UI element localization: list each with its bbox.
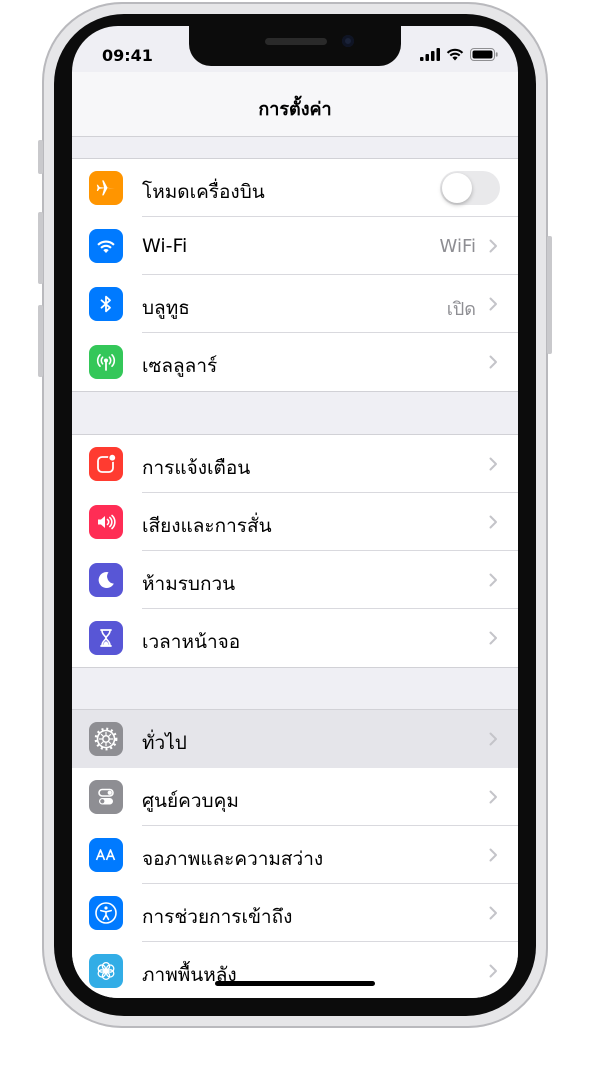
- wifi-status-icon: [446, 48, 464, 61]
- settings-row-label: บลูทูธ: [142, 297, 190, 319]
- notch: [189, 26, 401, 66]
- settings-row-bluetooth[interactable]: บลูทูธ เปิด: [72, 275, 518, 333]
- status-time: 09:41: [102, 46, 153, 65]
- navigation-bar: การตั้งค่า: [72, 72, 518, 137]
- silent-switch: [38, 140, 43, 174]
- chevron-right-icon: [489, 239, 497, 253]
- chevron-right-icon: [489, 297, 497, 311]
- toggle-knob: [442, 173, 472, 203]
- page-title: การตั้งค่า: [258, 99, 332, 120]
- chevron-right-icon: [489, 906, 497, 920]
- wifi-icon: [89, 229, 123, 263]
- front-camera: [342, 35, 354, 47]
- settings-row-control-center[interactable]: ศูนย์ควบคุม: [72, 768, 518, 826]
- settings-row-value: WiFi: [439, 236, 476, 257]
- bluetooth-icon: [89, 287, 123, 321]
- chevron-right-icon: [489, 573, 497, 587]
- chevron-right-icon: [489, 732, 497, 746]
- chevron-right-icon: [489, 848, 497, 862]
- settings-row-label: ทั่วไป: [142, 732, 187, 754]
- settings-row-label: ศูนย์ควบคุม: [142, 790, 239, 812]
- settings-row-display-brightness[interactable]: จอภาพและความสว่าง: [72, 826, 518, 884]
- settings-row-screen-time[interactable]: เวลาหน้าจอ: [72, 609, 518, 667]
- settings-group-connectivity: โหมดเครื่องบิน Wi-Fi WiFi บลูทูธ เปิด เซ…: [72, 158, 518, 392]
- settings-row-do-not-disturb[interactable]: ห้ามรบกวน: [72, 551, 518, 609]
- settings-row-value: เปิด: [446, 299, 476, 320]
- gear-icon: [89, 722, 123, 756]
- accessibility-icon: [89, 896, 123, 930]
- hourglass-icon: [89, 621, 123, 655]
- battery-icon: [470, 48, 498, 61]
- settings-row-label: การแจ้งเตือน: [142, 457, 251, 479]
- settings-group-notifications: การแจ้งเตือน เสียงและการสั่น ห้ามรบกวน เ…: [72, 434, 518, 668]
- settings-row-label: เสียงและการสั่น: [142, 515, 272, 537]
- settings-row-label: Wi-Fi: [142, 235, 188, 257]
- settings-row-cellular[interactable]: เซลลูลาร์: [72, 333, 518, 391]
- settings-row-label: เซลลูลาร์: [142, 355, 218, 377]
- settings-row-notifications[interactable]: การแจ้งเตือน: [72, 435, 518, 493]
- wallpaper-icon: [89, 954, 123, 988]
- chevron-right-icon: [489, 457, 497, 471]
- chevron-right-icon: [489, 790, 497, 804]
- display-brightness-icon: [89, 838, 123, 872]
- status-icons: [420, 48, 498, 61]
- settings-row-label: ห้ามรบกวน: [142, 573, 236, 595]
- chevron-right-icon: [489, 964, 497, 978]
- cellular-icon: [89, 345, 123, 379]
- settings-row-label: การช่วยการเข้าถึง: [142, 906, 293, 928]
- chevron-right-icon: [489, 515, 497, 529]
- earpiece-speaker: [265, 38, 327, 45]
- settings-row-label: จอภาพและความสว่าง: [142, 848, 324, 870]
- settings-row-accessibility[interactable]: การช่วยการเข้าถึง: [72, 884, 518, 942]
- airplane-icon: [89, 171, 123, 205]
- settings-group-general: ทั่วไป ศูนย์ควบคุม จอภาพและความสว่าง การ…: [72, 709, 518, 998]
- settings-row-wifi[interactable]: Wi-Fi WiFi: [72, 217, 518, 275]
- side-button: [547, 236, 552, 354]
- settings-screen: 09:41 การตั้งค่า โหมดเครื่องบิน Wi-Fi Wi…: [72, 26, 518, 998]
- chevron-right-icon: [489, 631, 497, 645]
- moon-icon: [89, 563, 123, 597]
- settings-row-label: เวลาหน้าจอ: [142, 631, 241, 653]
- settings-row-label: โหมดเครื่องบิน: [142, 181, 265, 203]
- airplane-mode-toggle[interactable]: [440, 171, 500, 205]
- volume-down-button: [38, 305, 43, 377]
- notifications-icon: [89, 447, 123, 481]
- settings-row-sounds-haptics[interactable]: เสียงและการสั่น: [72, 493, 518, 551]
- settings-row-airplane-mode: โหมดเครื่องบิน: [72, 159, 518, 217]
- settings-row-general[interactable]: ทั่วไป: [72, 710, 518, 768]
- control-center-icon: [89, 780, 123, 814]
- cellular-signal-icon: [420, 48, 440, 61]
- speaker-icon: [89, 505, 123, 539]
- settings-row-wallpaper[interactable]: ภาพพื้นหลัง: [72, 942, 518, 998]
- chevron-right-icon: [489, 355, 497, 369]
- home-indicator[interactable]: [215, 981, 375, 986]
- volume-up-button: [38, 212, 43, 284]
